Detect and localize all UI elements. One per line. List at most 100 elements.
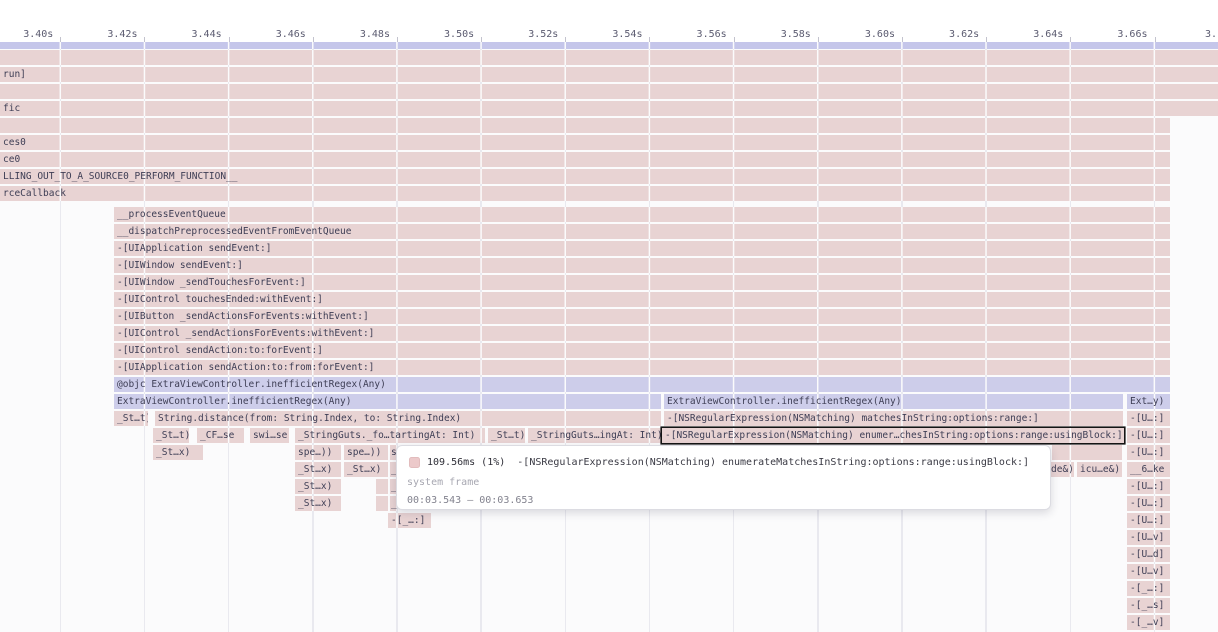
flame-bar-label: -[_…:] <box>1127 581 1170 596</box>
flame-bar[interactable]: -[UIApplication sendAction:to:from:forEv… <box>114 360 1170 375</box>
flame-bar[interactable]: -[U…:] <box>1127 513 1170 528</box>
ruler-time-label-partial: 3. <box>1205 29 1218 41</box>
flame-bar-label: -[UIWindow sendEvent:] <box>114 258 1170 273</box>
flame-bar[interactable]: String.distance(from: String.Index, to: … <box>155 411 661 426</box>
flame-bar[interactable]: -[U…:] <box>1127 411 1170 426</box>
flame-bar[interactable]: -[NSRegularExpression(NSMatching) matche… <box>664 411 1123 426</box>
flame-bar[interactable]: _St…x) <box>295 479 341 494</box>
flame-bar-label: -[NSRegularExpression(NSMatching) enumer… <box>662 428 1124 443</box>
flame-bar[interactable]: -[U…:] <box>1127 428 1170 443</box>
flame-bar-label: String.distance(from: String.Index, to: … <box>155 411 661 426</box>
flame-bar[interactable]: _St…x) <box>344 462 388 477</box>
flame-bar-label: -[_…s] <box>1127 598 1170 613</box>
flame-bar-label: -[UIControl sendAction:to:forEvent:] <box>114 343 1170 358</box>
flame-bar[interactable]: -[UIControl _sendActionsForEvents:withEv… <box>114 326 1170 341</box>
tooltip-symbol: -[NSRegularExpression(NSMatching) enumer… <box>517 457 1029 468</box>
flame-bar[interactable]: icu…e&) <box>1077 462 1122 477</box>
flame-bar-label: _St…x) <box>295 462 341 477</box>
flame-bar[interactable]: _St…x) <box>295 496 341 511</box>
flame-bar[interactable] <box>0 50 1218 65</box>
flame-bar[interactable]: -[U…:] <box>1127 479 1170 494</box>
flame-bar[interactable] <box>0 84 1218 99</box>
flame-bar[interactable]: swi…se <box>250 428 289 443</box>
flame-bar-label: -[U…:] <box>1127 479 1170 494</box>
flame-bar[interactable]: _StringGuts._fo…tartingAt: Int) <box>295 428 485 443</box>
category-color-swatch <box>409 457 420 468</box>
flame-bar[interactable]: -[U…v] <box>1127 564 1170 579</box>
flame-bar[interactable]: fic <box>0 101 1218 116</box>
flame-bar[interactable]: -[U…:] <box>1127 496 1170 511</box>
flame-bar[interactable]: ce0 <box>0 152 1170 167</box>
flame-bar[interactable]: __dispatchPreprocessedEventFromEventQueu… <box>114 224 1170 239</box>
ruler-tick-mark <box>1070 37 1071 42</box>
flame-bar[interactable]: _St…t) <box>114 411 148 426</box>
flame-bar[interactable]: _St…t) <box>488 428 525 443</box>
flame-bar[interactable]: spe…)) <box>344 445 388 460</box>
flame-bar-label: de&) <box>1050 462 1074 477</box>
flame-bar[interactable]: _St…t) <box>153 428 189 443</box>
ruler-tick-mark <box>1155 37 1156 42</box>
flame-bar[interactable]: -[_…:] <box>388 513 431 528</box>
flame-bar[interactable]: de&) <box>1050 462 1074 477</box>
flame-bar[interactable]: _CF…se <box>197 428 244 443</box>
ruler-time-label: 3.60s <box>839 29 895 41</box>
flame-bar[interactable]: rceCallback <box>0 186 1170 201</box>
flame-bar[interactable]: spe…)) <box>295 445 341 460</box>
flame-bar[interactable]: ExtraViewController.inefficientRegex(Any… <box>664 394 1123 409</box>
flame-bar-label: _St…t) <box>488 428 525 443</box>
flame-bar[interactable]: -[UIControl sendAction:to:forEvent:] <box>114 343 1170 358</box>
flame-bar-label: -[U…v] <box>1127 530 1170 545</box>
flame-bar[interactable]: __processEventQueue <box>114 207 1170 222</box>
ruler-tick-mark <box>565 37 566 42</box>
flame-bar[interactable]: __6…ke <box>1127 462 1170 477</box>
flame-bar[interactable]: _StringGuts…ingAt: Int) <box>528 428 661 443</box>
flame-bar[interactable]: -[UIWindow sendEvent:] <box>114 258 1170 273</box>
flame-bar-label: -[UIWindow _sendTouchesForEvent:] <box>114 275 1170 290</box>
flame-bar-label: _CF…se <box>197 428 244 443</box>
flame-bar-label: -[U…:] <box>1127 411 1170 426</box>
flame-bar[interactable] <box>1052 445 1122 460</box>
flame-chart-canvas[interactable]: run] fic ces0 ce0 LLING_OUT_TO_A_SOURCE0_PER… <box>0 42 1218 632</box>
tooltip-note: system frame <box>407 476 1040 489</box>
flame-bar[interactable]: -[UIButton _sendActionsForEvents:withEve… <box>114 309 1170 324</box>
flame-bar[interactable]: LLING_OUT_TO_A_SOURCE0_PERFORM_FUNCTION_… <box>0 169 1170 184</box>
flame-bar-label: __dispatchPreprocessedEventFromEventQueu… <box>114 224 1170 239</box>
flame-bar[interactable]: ces0 <box>0 135 1170 150</box>
flame-bar[interactable]: -[_…v] <box>1127 615 1170 630</box>
flame-bar[interactable] <box>376 479 388 494</box>
flame-bar[interactable]: -[U…:] <box>1127 445 1170 460</box>
flame-bar[interactable]: _St…x) <box>295 462 341 477</box>
flame-bar-label: _StringGuts._fo…tartingAt: Int) <box>295 428 485 443</box>
flame-bar[interactable]: -[UIControl touchesEnded:withEvent:] <box>114 292 1170 307</box>
flame-bar-label: icu…e&) <box>1077 462 1122 477</box>
flame-bar[interactable]: -[UIApplication sendEvent:] <box>114 241 1170 256</box>
flame-bar[interactable]: run] <box>0 67 1218 82</box>
flame-bar[interactable]: -[UIWindow _sendTouchesForEvent:] <box>114 275 1170 290</box>
ruler-tick-mark <box>60 37 61 42</box>
ruler-time-label: 3.48s <box>334 29 390 41</box>
flame-bar[interactable]: ExtraViewController.inefficientRegex(Any… <box>114 394 661 409</box>
ruler-time-label: 3.64s <box>1007 29 1063 41</box>
flame-bar[interactable]: -[U…d] <box>1127 547 1170 562</box>
time-ruler[interactable]: 3.40s3.42s3.44s3.46s3.48s3.50s3.52s3.54s… <box>0 28 1218 42</box>
tooltip-duration: 109.56ms (1%) <box>427 457 505 468</box>
flame-bar[interactable]: -[U…v] <box>1127 530 1170 545</box>
ruler-time-label: 3.50s <box>418 29 474 41</box>
flame-bar[interactable] <box>0 118 1170 133</box>
flame-bar-label: spe…)) <box>344 445 388 460</box>
flame-bar-label: -[U…:] <box>1127 445 1170 460</box>
flame-bar[interactable]: _St…x) <box>153 445 203 460</box>
flame-bar-selected[interactable]: -[NSRegularExpression(NSMatching) enumer… <box>662 428 1124 443</box>
flame-bar-label: __processEventQueue <box>114 207 1170 222</box>
flame-bar[interactable]: -[_…s] <box>1127 598 1170 613</box>
flame-bar-label: Ext…y) <box>1127 394 1170 409</box>
ruler-tick-mark <box>649 37 650 42</box>
ruler-time-label: 3.58s <box>755 29 811 41</box>
ruler-selection-strip[interactable] <box>0 42 1218 49</box>
flame-bar[interactable]: @objc ExtraViewController.inefficientReg… <box>114 377 1170 392</box>
flame-bar[interactable]: -[_…:] <box>1127 581 1170 596</box>
flame-bar-label: -[UIControl touchesEnded:withEvent:] <box>114 292 1170 307</box>
flame-bar[interactable] <box>376 496 388 511</box>
flame-bar[interactable]: Ext…y) <box>1127 394 1170 409</box>
flame-bar-label: spe…)) <box>295 445 341 460</box>
